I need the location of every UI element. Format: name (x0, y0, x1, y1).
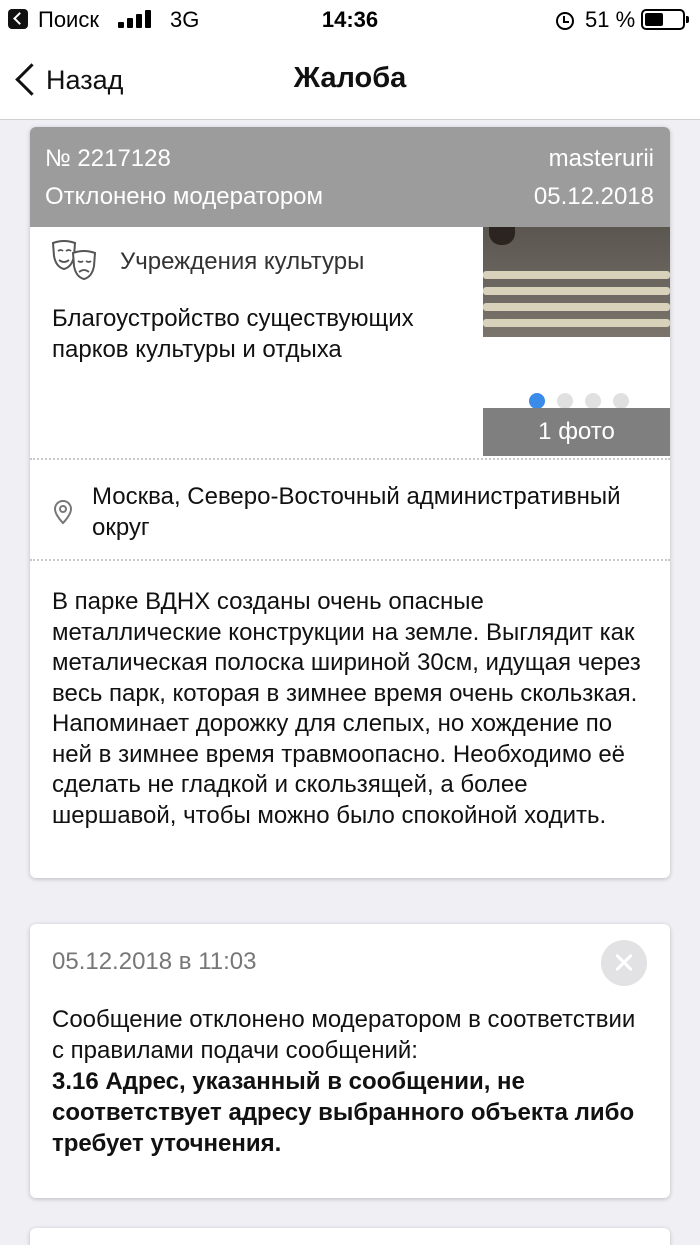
battery-icon (641, 9, 689, 30)
complaint-title: Благоустройство существующих парков куль… (52, 305, 414, 363)
next-card (30, 1228, 670, 1245)
pager-dot[interactable] (529, 393, 545, 409)
status-bar: Поиск 3G 14:36 51 % (0, 0, 700, 40)
divider (30, 559, 670, 561)
navigation-bar: Назад Жалоба (0, 40, 700, 120)
battery-level (645, 13, 664, 26)
pager-dot[interactable] (557, 393, 573, 409)
message-reason: 3.16 Адрес, указанный в сообщении, не со… (52, 1068, 635, 1157)
complaint-number: № 2217128 (45, 145, 171, 172)
message-body: Сообщение отклонено модератором в соотве… (52, 1006, 636, 1064)
message-text: Сообщение отклонено модератором в соотве… (52, 1004, 652, 1159)
theater-masks-icon (51, 240, 97, 281)
complaint-author: masterurii (548, 145, 654, 172)
complaint-description: В парке ВДНХ созданы очень опасные метал… (52, 588, 641, 829)
complaint-status: Отклонено модератором (45, 183, 324, 210)
pager-dot[interactable] (585, 393, 601, 409)
moderation-message-card: 05.12.2018 в 11:03 Сообщение отклонено м… (30, 924, 670, 1198)
alarm-icon (554, 9, 574, 30)
complaint-header: № 2217128 masterurii Отклонено модератор… (30, 127, 670, 227)
photo-pager-dots (483, 393, 670, 409)
pager-dot[interactable] (613, 393, 629, 409)
photo-gallery[interactable]: 1 фото (483, 227, 670, 456)
photo-count-button[interactable]: 1 фото (483, 408, 670, 456)
page-title: Жалоба (293, 62, 407, 94)
complaint-card: № 2217128 masterurii Отклонено модератор… (30, 127, 670, 878)
location-pin-icon (53, 499, 73, 525)
category-label: Учреждения культуры (120, 248, 365, 275)
close-icon[interactable] (601, 940, 647, 986)
message-date: 05.12.2018 в 11:03 (52, 948, 257, 975)
complaint-address: Москва, Северо-Восточный административны… (92, 483, 621, 541)
battery-percent: 51 % (585, 7, 636, 32)
photo-thumbnail[interactable] (483, 227, 670, 337)
complaint-date: 05.12.2018 (533, 183, 654, 210)
divider (30, 458, 670, 460)
